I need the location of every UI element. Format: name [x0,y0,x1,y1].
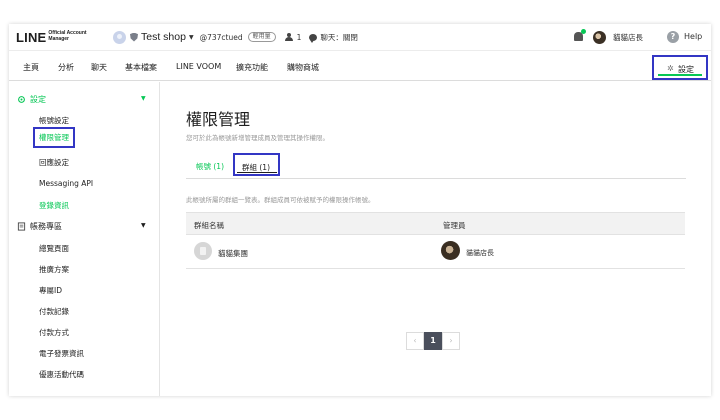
page-title: 權限管理 [186,110,251,129]
sidebar-item-messaging-api[interactable]: Messaging API [39,179,93,188]
column-header-manager: 管理員 [443,221,466,230]
gear-icon: ✲ [667,64,674,73]
sidebar-item-account-settings[interactable]: 帳號設定 [39,115,69,126]
sidebar-item-e-invoice[interactable]: 電子發票資訊 [39,348,84,359]
nav-analytics[interactable]: 分析 [58,62,74,73]
receipt-icon [17,222,26,231]
main-nav: 主頁 分析 聊天 基本檔案 LINE VOOM 擴充功能 購物商城 ✲ 設定 [9,52,711,81]
help-icon[interactable]: ? [667,31,679,43]
line-oa-logo[interactable]: LINE Official Account Manager [16,30,88,45]
column-header-group-name: 群組名稱 [194,221,224,230]
chat-status-label: 聊天：關閉 [320,32,358,42]
top-bar: LINE Official Account Manager Test shop … [9,24,711,51]
active-tab-indicator [237,172,277,173]
caret-down-icon: ▼ [141,95,146,102]
account-avatar [113,30,126,44]
sidebar-item-promo-code[interactable]: 優惠活動代碼 [39,369,84,380]
logo-subtitle: Official Account Manager [48,30,87,42]
table-header: 群組名稱 管理員 [186,212,685,235]
account-switcher[interactable]: Test shop ▼ @737ctued 輕用量 1 聊天：關閉 [113,30,358,44]
pagination-page-1[interactable]: 1 [424,332,442,350]
sidebar-item-payment-method[interactable]: 付款方式 [39,327,69,338]
pagination-prev-button[interactable]: ‹ [406,332,424,350]
sidebar-item-premium-id[interactable]: 專屬ID [39,285,62,296]
nav-chat[interactable]: 聊天 [91,62,107,73]
account-name: Test shop [141,31,186,43]
manager-name: 貓貓店長 [466,249,494,257]
sidebar: 設定 ▼ 帳號設定 權限管理 回應設定 Messaging API 登錄資訊 帳… [9,82,160,396]
logo-line-text: LINE [16,30,47,45]
chat-status[interactable]: 聊天：關閉 [309,32,358,43]
notification-bell-icon[interactable] [574,29,586,42]
notification-dot [581,29,586,34]
sidebar-item-overview[interactable]: 總覽頁面 [39,243,69,254]
sidebar-section-settings[interactable]: 設定 ▼ [17,94,146,105]
sidebar-section-settings-label: 設定 [30,95,46,104]
nav-settings[interactable]: ✲ 設定 [652,55,708,80]
main-content: 權限管理 您可於此為帳號新增管理成員及管理其操作權限。 帳號 (1) 群組 (1… [161,82,711,396]
help-link[interactable]: Help [684,32,702,41]
user-avatar[interactable] [593,31,606,44]
account-id: @737ctued [199,32,243,42]
shield-icon [130,32,138,42]
group-name: 貓貓集團 [218,249,248,258]
manager-avatar [441,241,460,260]
page-description: 您可於此為帳號新增管理成員及管理其操作權限。 [186,134,329,142]
caret-down-icon: ▼ [141,222,146,229]
nav-profile[interactable]: 基本檔案 [125,62,157,73]
sidebar-item-plans[interactable]: 推廣方案 [39,264,69,275]
active-tab-indicator [658,74,702,76]
member-count-value: 1 [296,32,302,42]
user-name[interactable]: 貓貓店長 [613,32,643,43]
chevron-down-icon: ▼ [188,33,194,41]
tab-accounts[interactable]: 帳號 (1) [196,161,224,172]
sidebar-item-permissions[interactable]: 權限管理 [33,127,75,148]
pagination-next-button[interactable]: › [442,332,460,350]
tab-bar: 帳號 (1) 群組 (1) [186,152,686,179]
sidebar-section-billing-label: 帳務專區 [30,222,62,231]
list-description: 此帳號所屬的群組一覽表。群組成員可依被賦予的權限操作帳號。 [186,196,375,204]
plan-badge: 輕用量 [247,32,276,42]
nav-home[interactable]: 主頁 [23,62,39,73]
pagination: ‹ 1 › [406,332,460,350]
sidebar-item-payment-history[interactable]: 付款記錄 [39,306,69,317]
nav-line-voom[interactable]: LINE VOOM [176,62,221,71]
person-icon [284,33,294,41]
app-window: LINE Official Account Manager Test shop … [9,24,711,396]
table-row[interactable]: 貓貓集團 貓貓店長 [186,235,685,269]
nav-extensions[interactable]: 擴充功能 [236,62,268,73]
sidebar-item-registration-info[interactable]: 登錄資訊 [39,200,69,211]
member-count: 1 [284,32,302,42]
sidebar-item-response-settings[interactable]: 回應設定 [39,157,69,168]
nav-shop[interactable]: 購物商城 [287,62,319,73]
tab-groups[interactable]: 群組 (1) [233,153,280,176]
sidebar-section-billing[interactable]: 帳務專區 ▼ [17,221,146,232]
chat-bubble-icon [309,33,318,43]
group-avatar [194,242,212,260]
gear-icon [18,96,25,103]
